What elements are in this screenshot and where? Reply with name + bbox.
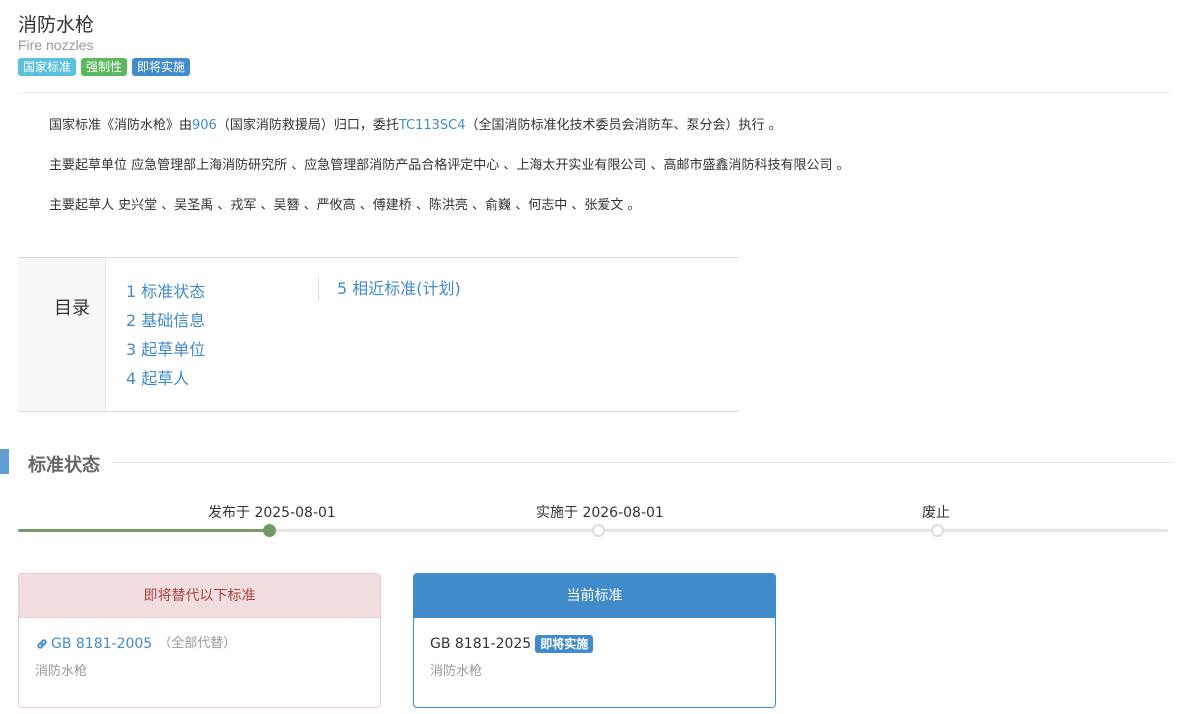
toc-item-similar-standards[interactable]: 5 相近标准(计划) — [337, 277, 461, 301]
replaces-panel: 即将替代以下标准 GB 8181-2005 （全部代替） 消防水枪 — [18, 573, 381, 708]
replaces-panel-body: GB 8181-2005 （全部代替） 消防水枪 — [19, 618, 380, 695]
toc-column-2: 5 相近标准(计划) — [318, 277, 461, 301]
timeline-dot-implemented — [592, 524, 605, 537]
replaced-standard-name: 消防水枪 — [35, 664, 88, 679]
committee-906-link[interactable]: 906 — [192, 118, 217, 133]
link-icon — [37, 639, 47, 649]
header-divider — [18, 92, 1172, 93]
timeline-progress — [18, 529, 271, 532]
current-standard-heading: 当前标准 — [414, 574, 775, 618]
timeline-label-implemented: 实施于 2026-08-01 — [536, 505, 664, 521]
page-title: 消防水枪 — [18, 14, 95, 36]
toc-item-drafters[interactable]: 4 起草人 — [126, 364, 205, 393]
page-subtitle: Fire nozzles — [18, 37, 94, 53]
section-marker — [0, 449, 9, 474]
replaced-standard-note: （全部代替） — [158, 636, 237, 651]
current-standard-name: 消防水枪 — [430, 664, 483, 679]
current-standard-code: GB 8181-2025 — [430, 636, 532, 652]
timeline-label-abolished: 废止 — [922, 505, 950, 521]
desc-suffix: （全国消防标准化技术委员会消防车、泵分会）执行 。 — [465, 118, 782, 133]
description: 国家标准《消防水枪》由906（国家消防救援局）归口，委托TC113SC4（全国消… — [49, 116, 850, 236]
committee-tc113sc4-link[interactable]: TC113SC4 — [399, 118, 466, 133]
section-title-status: 标准状态 — [28, 455, 100, 476]
replaces-panel-heading: 即将替代以下标准 — [19, 574, 380, 618]
toc-sidebar: 目录 — [18, 258, 106, 411]
badge-group: 国家标准 强制性 即将实施 — [18, 58, 191, 76]
toc-item-drafting-units[interactable]: 3 起草单位 — [126, 335, 205, 364]
badge-upcoming: 即将实施 — [132, 58, 191, 76]
table-of-contents: 目录 1 标准状态 2 基础信息 3 起草单位 4 起草人 5 相近标准(计划) — [18, 257, 739, 412]
description-line-1: 国家标准《消防水枪》由906（国家消防救援局）归口，委托TC113SC4（全国消… — [49, 116, 850, 136]
timeline-dot-abolished — [931, 524, 944, 537]
toc-column-1: 1 标准状态 2 基础信息 3 起草单位 4 起草人 — [126, 277, 205, 393]
description-drafters: 主要起草人 史兴堂 、吴圣禹 、戎军 、吴簪 、严攸高 、傅建桥 、陈洪亮 、俞… — [49, 198, 641, 213]
toc-title: 目录 — [54, 298, 90, 319]
desc-prefix: 国家标准《消防水枪》由 — [49, 118, 193, 133]
toc-item-basic-info[interactable]: 2 基础信息 — [126, 306, 205, 335]
badge-national-standard: 国家标准 — [18, 58, 77, 76]
current-standard-line: GB 8181-2025 即将实施 — [430, 634, 759, 654]
current-standard-badge: 即将实施 — [535, 635, 594, 653]
toc-item-status[interactable]: 1 标准状态 — [126, 277, 205, 306]
desc-mid: （国家消防救援局）归口，委托 — [216, 118, 399, 133]
timeline-label-published: 发布于 2025-08-01 — [208, 505, 336, 521]
replaced-standard-line: GB 8181-2005 （全部代替） — [35, 634, 364, 654]
description-drafting-units: 主要起草单位 应急管理部上海消防研究所 、应急管理部消防产品合格评定中心 、上海… — [49, 158, 850, 173]
current-standard-body: GB 8181-2025 即将实施 消防水枪 — [414, 618, 775, 695]
replaced-standard-link[interactable]: GB 8181-2005 — [51, 634, 152, 654]
timeline-dot-published — [263, 524, 276, 537]
badge-mandatory: 强制性 — [81, 58, 128, 76]
current-standard-panel: 当前标准 GB 8181-2025 即将实施 消防水枪 — [413, 573, 776, 708]
section-divider — [112, 462, 1172, 463]
